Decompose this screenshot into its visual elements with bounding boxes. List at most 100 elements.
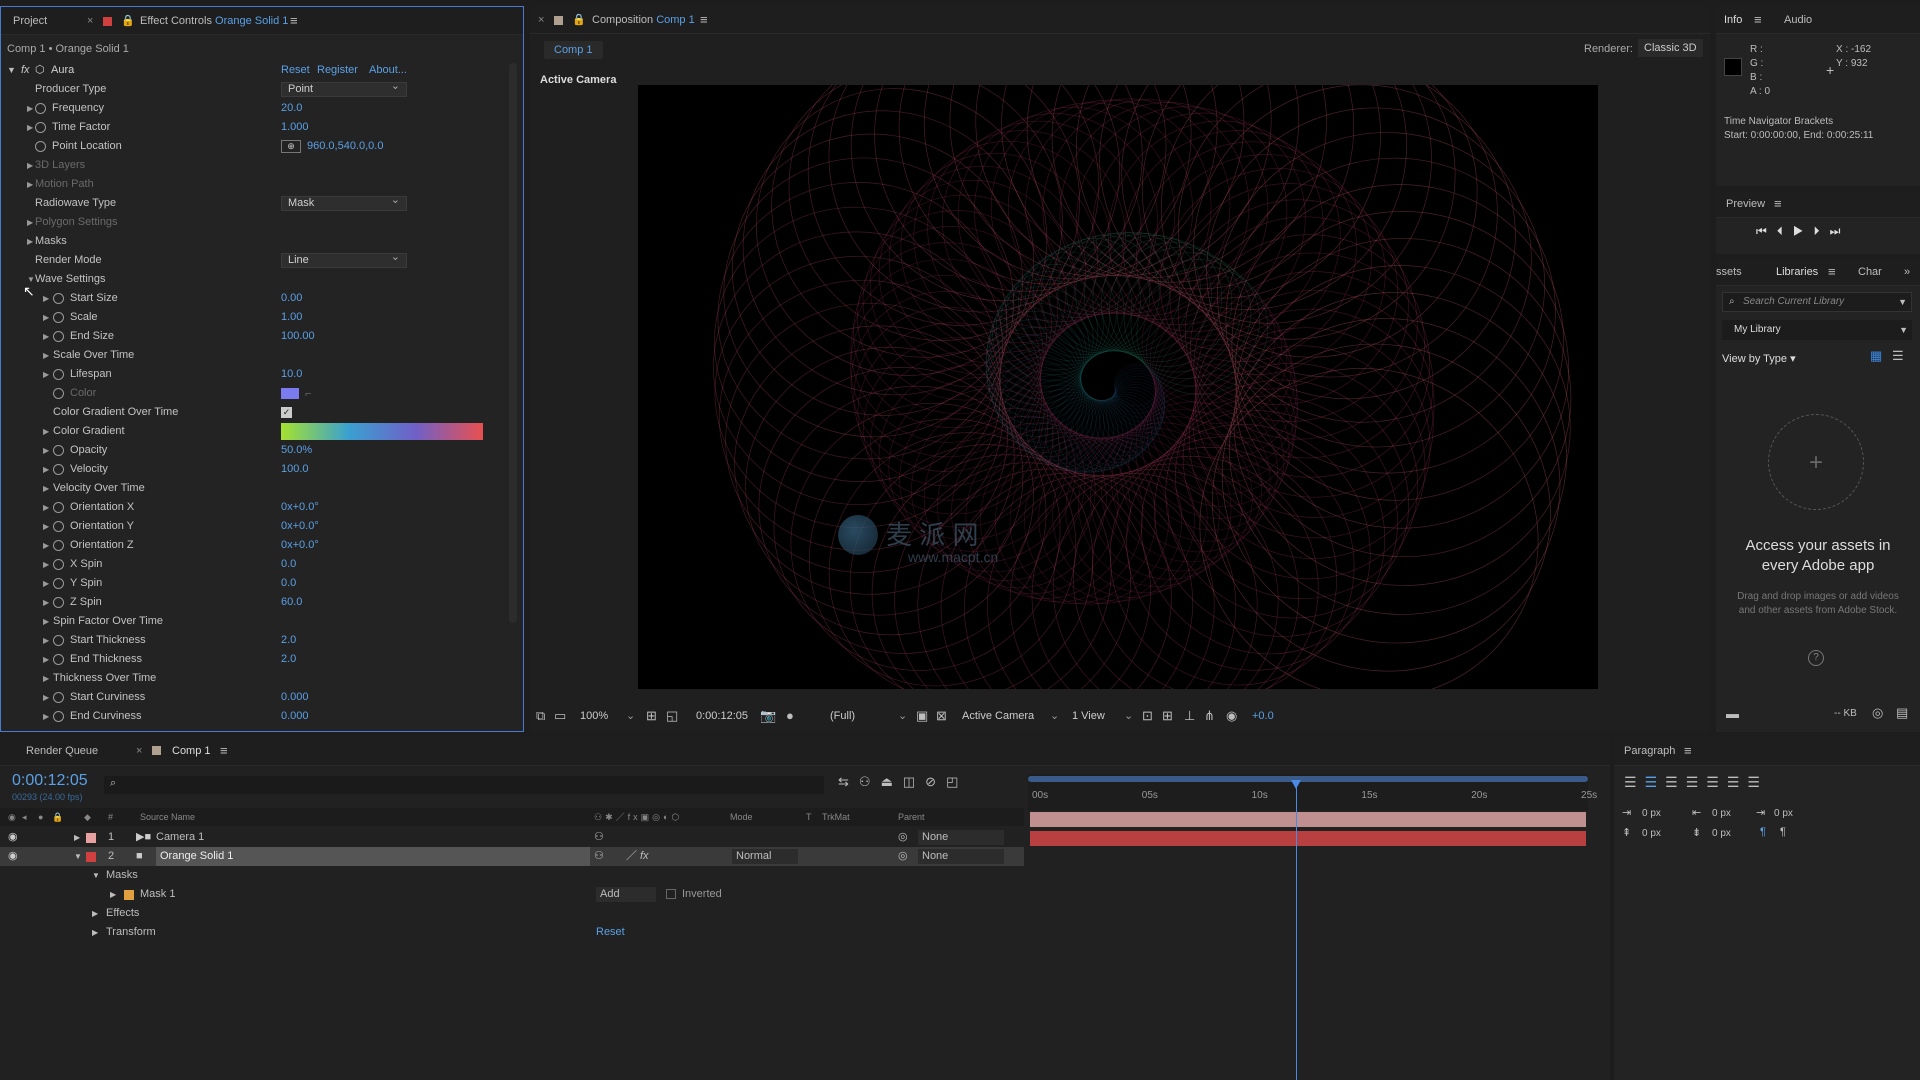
sync-icon[interactable]: ◎ — [1872, 705, 1883, 721]
property-dropdown[interactable]: Line — [281, 251, 407, 268]
property-value[interactable]: 10.0 — [281, 365, 302, 384]
twirl-icon[interactable]: ▶ — [43, 365, 49, 384]
grid-view-icon[interactable]: ▦ — [1870, 348, 1882, 364]
point-picker-icon[interactable]: ⊕ — [281, 140, 301, 153]
play-icon[interactable]: ▶ — [1793, 224, 1814, 238]
twirl-icon[interactable]: ▶ — [43, 707, 49, 726]
eyedropper-icon[interactable]: ⌐ — [305, 385, 311, 404]
trash-icon[interactable]: ▤ — [1896, 705, 1908, 721]
layer-switch-icon[interactable]: ⚇ — [594, 847, 604, 866]
parent-select[interactable]: None — [918, 830, 1004, 845]
property-group-row[interactable]: ▶ Effects — [0, 904, 1024, 923]
chevron-down-icon[interactable]: ▼ — [1898, 293, 1907, 311]
twirl-icon[interactable]: ▶ — [43, 574, 49, 593]
twirl-icon[interactable]: ▶ — [92, 923, 98, 942]
justify-last-right-icon[interactable]: ☰ — [1727, 774, 1748, 790]
effect-property-row[interactable]: ▼ Wave Settings — [1, 270, 485, 289]
twirl-icon[interactable]: ▶ — [43, 593, 49, 612]
property-value[interactable]: 100.0 — [281, 460, 309, 479]
twirl-icon[interactable]: ▶ — [43, 536, 49, 555]
camera-layer-bar[interactable] — [1030, 812, 1586, 827]
tab-project[interactable]: Project — [13, 7, 47, 35]
effect-property-row[interactable]: ▶ X Spin 0.0 — [1, 555, 485, 574]
stopwatch-icon[interactable] — [53, 578, 64, 589]
effect-property-row[interactable]: ▶ Thickness Over Time — [1, 669, 485, 688]
space-after-value[interactable]: 0 px — [1712, 828, 1731, 839]
effect-property-row[interactable]: ▶ Opacity 50.0% — [1, 441, 485, 460]
effect-property-row[interactable]: ▶ Scale 1.00 — [1, 308, 485, 327]
layer-row[interactable]: ◉ ▶ 1 ▶■ Camera 1 ⚇ ◎ None — [0, 828, 1024, 847]
about-link[interactable]: About... — [369, 61, 407, 80]
property-value[interactable]: 20.0 — [281, 99, 302, 118]
camera-select[interactable]: Active Camera — [962, 704, 1034, 728]
property-value[interactable]: 1.000 — [281, 118, 309, 137]
zoom-select[interactable]: 100% — [580, 704, 608, 728]
blend-mode-select[interactable]: Normal — [732, 849, 798, 864]
effect-property-row[interactable]: ▶ Color Gradient — [1, 422, 485, 441]
stopwatch-icon[interactable] — [53, 445, 64, 456]
vertical-scrollbar[interactable] — [509, 63, 517, 623]
checkbox[interactable]: ✓ — [281, 407, 292, 418]
layer-search-input[interactable]: ⌕ — [104, 776, 824, 794]
indent-first-value[interactable]: 0 px — [1774, 808, 1793, 819]
twirl-icon[interactable]: ▶ — [27, 213, 33, 232]
comp-flowchart-icon[interactable]: ◰ — [946, 774, 968, 789]
effect-property-row[interactable]: ▶ Orientation Y 0x+0.0° — [1, 517, 485, 536]
fx-icon[interactable]: fx — [21, 61, 30, 80]
effect-property-row[interactable]: Radiowave Type Mask — [1, 194, 485, 213]
stopwatch-icon[interactable] — [53, 654, 64, 665]
tab-info[interactable]: Info — [1724, 6, 1742, 34]
exposure-value[interactable]: +0.0 — [1252, 704, 1274, 728]
effect-property-row[interactable]: ▶ Y Spin 0.0 — [1, 574, 485, 593]
stopwatch-icon[interactable] — [53, 521, 64, 532]
shy-icon[interactable]: ⚇ — [859, 774, 881, 789]
effect-property-row[interactable]: ▶ Lifespan 10.0 — [1, 365, 485, 384]
twirl-icon[interactable]: ▶ — [43, 479, 49, 498]
close-icon[interactable]: × — [136, 736, 142, 766]
effect-property-row[interactable]: ▶ Polygon Settings — [1, 213, 485, 232]
folder-icon[interactable]: ▬ — [1726, 706, 1739, 721]
layer-switch-icon[interactable]: ⚇ — [594, 828, 604, 847]
stopwatch-icon[interactable] — [53, 597, 64, 608]
property-value[interactable]: 0.00 — [281, 289, 302, 308]
monitor-icon[interactable]: ▭ — [554, 704, 566, 728]
effect-property-row[interactable]: ▶ End Curviness 0.000 — [1, 707, 485, 726]
align-center-icon[interactable]: ☰ — [1645, 774, 1666, 790]
panel-menu-icon[interactable]: ≡ — [1828, 258, 1836, 286]
playhead-line[interactable] — [1295, 784, 1297, 1080]
panel-menu-icon[interactable]: ≡ — [290, 7, 298, 35]
property-value[interactable]: 0.0 — [281, 555, 296, 574]
twirl-icon[interactable]: ▶ — [43, 555, 49, 574]
collapse-arrow-icon[interactable]: ▼ — [7, 61, 16, 80]
solid-layer-bar[interactable] — [1030, 831, 1586, 846]
property-value[interactable]: 0x+0.0° — [281, 517, 319, 536]
stopwatch-icon[interactable] — [53, 293, 64, 304]
panel-menu-icon[interactable]: ≡ — [1754, 6, 1762, 34]
close-icon[interactable]: × — [538, 6, 544, 34]
twirl-icon[interactable]: ▶ — [43, 612, 49, 631]
layer-label-color[interactable] — [86, 833, 96, 843]
graph-editor-icon[interactable]: ⊘ — [925, 774, 946, 789]
layer-name[interactable]: Orange Solid 1 — [156, 847, 590, 866]
effect-property-row[interactable]: ▶ Velocity Over Time — [1, 479, 485, 498]
chevron-down-icon[interactable]: ⌄ — [1050, 704, 1059, 728]
effect-property-row[interactable]: Color ⌐ — [1, 384, 485, 403]
stopwatch-icon[interactable] — [53, 502, 64, 513]
audio-icon[interactable]: ◂ — [22, 808, 27, 826]
visibility-eye-icon[interactable]: ◉ — [8, 847, 18, 866]
color-channels-icon[interactable]: ● — [786, 704, 794, 728]
justify-last-left-icon[interactable]: ☰ — [1686, 774, 1707, 790]
property-value[interactable]: 2.0 — [281, 631, 296, 650]
visibility-eye-icon[interactable]: ◉ — [8, 828, 18, 847]
indent-left-value[interactable]: 0 px — [1642, 808, 1661, 819]
effect-property-row[interactable]: ▶ Orientation Z 0x+0.0° — [1, 536, 485, 555]
last-frame-icon[interactable]: ⏭ — [1830, 224, 1851, 238]
chevron-down-icon[interactable]: ⌄ — [626, 704, 635, 728]
draft-3d-icon[interactable]: ⇆ — [838, 774, 859, 789]
overflow-icon[interactable]: » — [1904, 258, 1910, 286]
twirl-icon[interactable]: ▶ — [43, 669, 49, 688]
next-frame-icon[interactable]: ⏵ — [1814, 224, 1830, 238]
twirl-icon[interactable]: ▼ — [92, 866, 100, 885]
property-value[interactable]: 0.000 — [281, 688, 309, 707]
timeline-timecode[interactable]: 0:00:12:05 — [12, 772, 88, 790]
